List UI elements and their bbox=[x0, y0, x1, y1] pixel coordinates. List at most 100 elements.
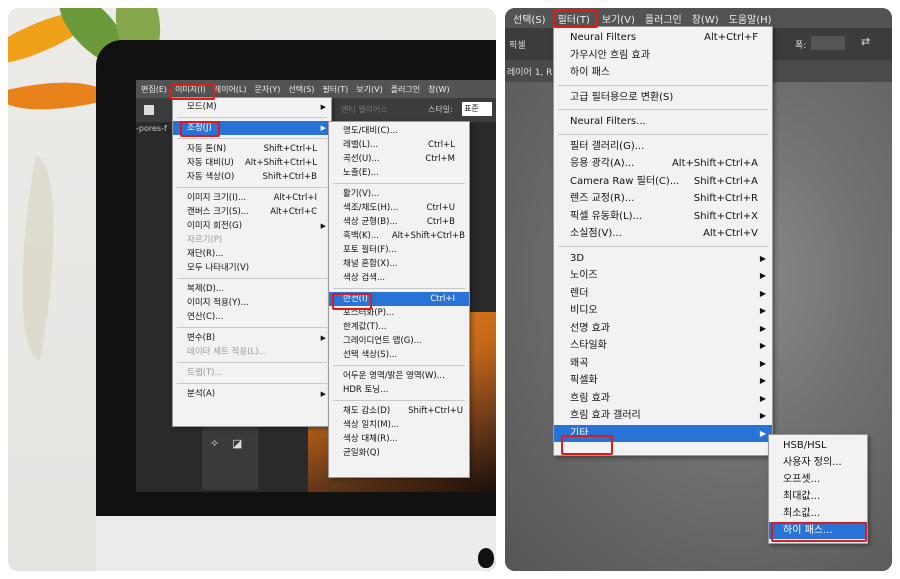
left-screenshot-panel: 편집(E) 이미지(I) 레이어(L) 문자(Y) 선택(S) 필터(T) 보기… bbox=[8, 8, 496, 571]
apple-logo-icon bbox=[478, 548, 494, 568]
menu-item-neural-filters[interactable]: Neural Filters... bbox=[554, 113, 772, 131]
plant-leaf-decoration bbox=[8, 156, 76, 360]
menu-item-image-size[interactable]: 이미지 크기(I)... Alt+Ctrl+I bbox=[173, 191, 331, 205]
menu-item-exposure[interactable]: 노출(E)... bbox=[329, 166, 469, 180]
menu-item-vibrance[interactable]: 활기(V)... bbox=[329, 187, 469, 201]
menu-item-blur-gallery[interactable]: 흐림 효과 갤러리 ▶ bbox=[554, 407, 772, 425]
right-screenshot-panel: 선택(S) 필터(T) 보기(V) 플러그인 창(W) 도움말(H) 픽셀 폭:… bbox=[505, 8, 892, 571]
menu-item-auto-color[interactable]: 자동 색상(O) Shift+Ctrl+B bbox=[173, 170, 331, 184]
menu-item-noise[interactable]: 노이즈 ▶ bbox=[554, 267, 772, 285]
menu-item-hue-saturation[interactable]: 색조/채도(H)... Ctrl+U bbox=[329, 201, 469, 215]
menu-item-blur[interactable]: 흐림 효과 ▶ bbox=[554, 390, 772, 408]
menu-item-channel-mixer[interactable]: 채널 혼합(X)... bbox=[329, 257, 469, 271]
menu-plugins[interactable]: 플러그인 bbox=[390, 83, 421, 96]
menu-edit[interactable]: 편집(E) bbox=[140, 83, 168, 96]
menu-item-calculations[interactable]: 연산(C)... bbox=[173, 310, 331, 324]
menu-type[interactable]: 문자(Y) bbox=[254, 83, 282, 96]
menu-item-adaptive-wide-angle[interactable]: 응용 광각(A)... Alt+Shift+Ctrl+A bbox=[554, 155, 772, 173]
image-menu: 모드(M) ▶ 조정(J) ▶ 자동 톤(N) Shift+Ctrl+L 자동 대비(… bbox=[172, 97, 332, 427]
menu-item-curves[interactable]: 곡선(U)... Ctrl+M bbox=[329, 152, 469, 166]
menu-item-threshold[interactable]: 한계값(T)... bbox=[329, 320, 469, 334]
menu-item-brightness-contrast[interactable]: 명도/대비(C)... bbox=[329, 124, 469, 138]
menu-item-image-rotation[interactable]: 이미지 회전(G) ▶ bbox=[173, 219, 331, 233]
eraser-icon[interactable]: ◪ bbox=[232, 437, 242, 450]
menu-separator bbox=[177, 138, 327, 139]
menu-separator bbox=[177, 362, 327, 363]
menu-separator bbox=[333, 183, 465, 184]
menu-item-auto-contrast[interactable]: 자동 대비(U) Alt+Shift+Ctrl+L bbox=[173, 156, 331, 170]
menu-item-trim[interactable]: 재단(R)... bbox=[173, 247, 331, 261]
style-label: 스타일: bbox=[428, 105, 453, 114]
highlight-box-filter-menu bbox=[553, 9, 598, 28]
menu-layer[interactable]: 레이어(L) bbox=[213, 83, 248, 96]
menu-select[interactable]: 선택(S) bbox=[513, 11, 546, 26]
menu-item-3d[interactable]: 3D ▶ bbox=[554, 250, 772, 268]
menu-view[interactable]: 보기(V) bbox=[602, 11, 635, 26]
menu-item-canvas-size[interactable]: 캔버스 크기(S)... Alt+Ctrl+C bbox=[173, 205, 331, 219]
menu-item-reveal-all[interactable]: 모두 나타내기(V) bbox=[173, 261, 331, 275]
menu-view[interactable]: 보기(V) bbox=[355, 83, 383, 96]
swap-icon[interactable]: ⇄ bbox=[861, 35, 870, 48]
menu-separator bbox=[177, 383, 327, 384]
history-brush-icon[interactable]: ✧ bbox=[210, 437, 219, 450]
menu-item-color-balance[interactable]: 색상 균형(B)... Ctrl+B bbox=[329, 215, 469, 229]
menu-item-liquify[interactable]: 픽셀 유동화(L)... Shift+Ctrl+X bbox=[554, 208, 772, 226]
menu-item-vanishing-point[interactable]: 소실점(V)... Alt+Ctrl+V bbox=[554, 225, 772, 243]
menu-window[interactable]: 창(W) bbox=[692, 11, 719, 26]
document-tab[interactable]: -pores-f bbox=[136, 124, 167, 133]
menu-plugins[interactable]: 플러그인 bbox=[645, 11, 682, 26]
menu-item-distort[interactable]: 왜곡 ▶ bbox=[554, 355, 772, 373]
menu-item-replace-color[interactable]: 색상 대체(R)... bbox=[329, 432, 469, 446]
menu-separator bbox=[177, 187, 327, 188]
menu-item-hsb-hsl[interactable]: HSB/HSL bbox=[769, 437, 867, 454]
menu-item-neural-filters-recent[interactable]: Neural Filters Alt+Ctrl+F bbox=[554, 29, 772, 47]
menu-help[interactable]: 도움말(H) bbox=[729, 11, 772, 26]
menu-filter[interactable]: 필터(T) bbox=[321, 83, 349, 96]
menu-item-custom[interactable]: 사용자 정의... bbox=[769, 454, 867, 471]
menu-item-high-pass-recent[interactable]: 하이 패스 bbox=[554, 64, 772, 82]
menu-item-selective-color[interactable]: 선택 색상(S)... bbox=[329, 348, 469, 362]
menu-item-pixelate[interactable]: 픽셀화 ▶ bbox=[554, 372, 772, 390]
menu-item-lens-correction[interactable]: 렌즈 교정(R)... Shift+Ctrl+R bbox=[554, 190, 772, 208]
menu-item-minimum[interactable]: 최소값... bbox=[769, 505, 867, 522]
menu-item-hdr-toning[interactable]: HDR 토닝... bbox=[329, 383, 469, 397]
menu-item-desaturate[interactable]: 채도 감소(D) Shift+Ctrl+U bbox=[329, 404, 469, 418]
menu-item-auto-tone[interactable]: 자동 톤(N) Shift+Ctrl+L bbox=[173, 142, 331, 156]
menu-item-convert-smart-filters[interactable]: 고급 필터용으로 변환(S) bbox=[554, 89, 772, 107]
menu-item-equalize[interactable]: 균일화(Q) bbox=[329, 446, 469, 460]
menu-item-levels[interactable]: 레벨(L)... Ctrl+L bbox=[329, 138, 469, 152]
menu-item-gaussian-blur-recent[interactable]: 가우시안 흐림 효과 bbox=[554, 47, 772, 65]
style-select[interactable]: 표준 bbox=[462, 102, 492, 116]
menu-separator bbox=[177, 278, 327, 279]
highlight-box-invert bbox=[332, 293, 372, 310]
menu-item-render[interactable]: 렌더 ▶ bbox=[554, 285, 772, 303]
monitor-chin bbox=[96, 516, 496, 571]
menu-item-match-color[interactable]: 색상 일치(M)... bbox=[329, 418, 469, 432]
menu-item-sharpen[interactable]: 선명 효과 ▶ bbox=[554, 320, 772, 338]
menu-item-stylize[interactable]: 스타일화 ▶ bbox=[554, 337, 772, 355]
menu-select[interactable]: 선택(S) bbox=[287, 83, 315, 96]
menu-item-video[interactable]: 비디오 ▶ bbox=[554, 302, 772, 320]
menu-item-apply-image[interactable]: 이미지 적용(Y)... bbox=[173, 296, 331, 310]
menu-separator bbox=[558, 133, 768, 135]
width-input[interactable] bbox=[811, 36, 845, 50]
menu-item-analysis[interactable]: 분석(A) ▶ bbox=[173, 387, 331, 401]
menu-item-variables[interactable]: 변수(B) ▶ bbox=[173, 331, 331, 345]
highlight-box-other bbox=[561, 435, 613, 455]
menu-separator bbox=[558, 245, 768, 247]
tool-preset-icon[interactable] bbox=[144, 105, 154, 115]
menu-item-camera-raw-filter[interactable]: Camera Raw 필터(C)... Shift+Ctrl+A bbox=[554, 173, 772, 191]
menu-item-photo-filter[interactable]: 포토 필터(F)... bbox=[329, 243, 469, 257]
menu-item-mode[interactable]: 모드(M) ▶ bbox=[173, 100, 331, 114]
antialias-label: 엔티 앨리어스 bbox=[341, 105, 388, 114]
menu-item-color-lookup[interactable]: 색상 검색... bbox=[329, 271, 469, 285]
menu-item-gradient-map[interactable]: 그레이디언트 맵(G)... bbox=[329, 334, 469, 348]
menu-item-maximum[interactable]: 최대값... bbox=[769, 488, 867, 505]
menu-window[interactable]: 창(W) bbox=[427, 83, 451, 96]
menu-item-filter-gallery[interactable]: 필터 갤러리(G)... bbox=[554, 138, 772, 156]
menu-item-black-white[interactable]: 흑백(K)... Alt+Shift+Ctrl+B bbox=[329, 229, 469, 243]
menu-item-offset[interactable]: 오프셋... bbox=[769, 471, 867, 488]
menu-item-shadows-highlights[interactable]: 어두운 영역/밝은 영역(W)... bbox=[329, 369, 469, 383]
menu-item-duplicate[interactable]: 복제(D)... bbox=[173, 282, 331, 296]
pixel-label: 픽셀 bbox=[509, 41, 526, 51]
